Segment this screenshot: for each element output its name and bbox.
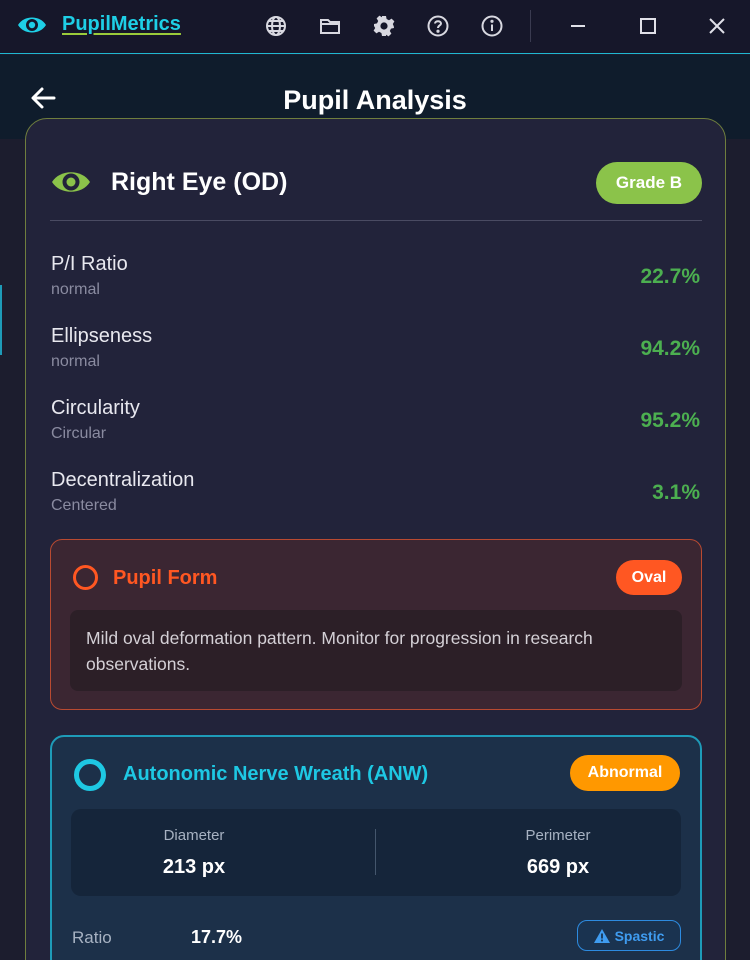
card-title: Right Eye (OD) [111,168,288,196]
anw-stats-box [71,809,681,896]
grade-badge: Grade B [596,162,702,204]
metric-name: P/I Ratio [51,253,128,275]
metric-status: normal [51,281,100,298]
eye-icon [52,172,90,192]
ratio-value: 17.7% [191,927,243,947]
diameter-value: 213 px [162,856,226,878]
pupil-form-badge: Oval [616,560,682,595]
ratio-label: Ratio [72,928,112,947]
warning-icon [593,928,610,943]
spastic-badge: Spastic [577,920,681,951]
close-icon[interactable] [703,12,731,40]
eye-logo-icon [18,17,46,33]
diameter-label: Diameter [163,827,225,844]
page-title: Pupil Analysis [283,85,467,115]
minimize-icon[interactable] [564,12,592,40]
metric-value: 3.1% [652,481,700,504]
stats-separator [375,829,376,875]
perimeter-value: 669 px [526,856,590,878]
metric-name: Circularity [51,397,140,419]
globe-icon[interactable] [264,14,288,38]
ring-icon [73,565,98,590]
pupil-form-description: Mild oval deformation pattern. Monitor f… [86,628,593,674]
pupil-form-title: Pupil Form [113,567,218,589]
spastic-label: Spastic [614,927,665,944]
metric-name: Ellipseness [51,325,153,347]
app-title: PupilMetrics [62,13,181,35]
scroll-accent [0,285,2,355]
metric-value: 95.2% [640,409,700,432]
help-icon[interactable] [426,14,450,38]
metric-name: Decentralization [51,469,195,491]
ring-icon [74,759,106,791]
anw-title: Autonomic Nerve Wreath (ANW) [123,763,429,785]
metric-status: Circular [51,425,107,442]
anw-status-badge: Abnormal [570,755,680,791]
toolbar-separator [530,10,531,42]
metric-status: Centered [51,497,117,514]
gear-icon[interactable] [372,14,396,38]
title-bar: PupilMetrics [0,0,750,54]
folder-icon[interactable] [318,14,342,38]
metric-value: 94.2% [640,337,700,360]
metric-status: normal [51,353,100,370]
perimeter-label: Perimeter [525,827,591,844]
card-divider [50,220,702,221]
metric-value: 22.7% [640,265,700,288]
maximize-icon[interactable] [634,12,662,40]
info-icon[interactable] [480,14,504,38]
